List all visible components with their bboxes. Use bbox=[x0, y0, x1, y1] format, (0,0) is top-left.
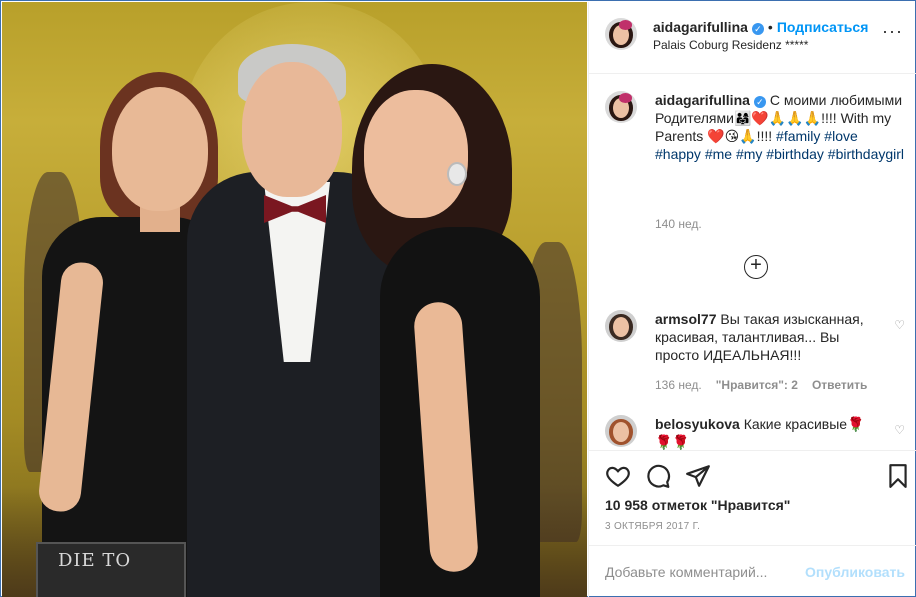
woman-right-face bbox=[364, 90, 468, 218]
likes-count[interactable]: 10 958 отметок "Нравится" bbox=[605, 497, 790, 513]
comments-list[interactable]: aidagarifullina ✓ С моими любимыми Родите… bbox=[589, 75, 916, 450]
hashtag-birthday[interactable]: #birthday bbox=[766, 146, 824, 162]
publish-button[interactable]: Опубликовать bbox=[805, 564, 905, 580]
comment-time[interactable]: 136 нед. bbox=[655, 378, 702, 392]
clutch-text: DIE TO bbox=[58, 550, 132, 571]
commenter-avatar[interactable] bbox=[605, 415, 637, 447]
earring bbox=[447, 162, 467, 186]
hashtag-me[interactable]: #me bbox=[705, 146, 732, 162]
add-comment-bar: Добавьте комментарий... Опубликовать bbox=[589, 545, 916, 597]
hashtag-happy[interactable]: #happy bbox=[655, 146, 701, 162]
reply-button[interactable]: Ответить bbox=[812, 378, 867, 392]
author-line: aidagarifullina ✓ • Подписаться bbox=[653, 19, 868, 35]
post-actions: 10 958 отметок "Нравится" 3 ОКТЯБРЯ 2017… bbox=[589, 450, 916, 545]
post-header: aidagarifullina ✓ • Подписаться Palais Cobu… bbox=[589, 2, 916, 74]
comment-meta: 136 нед. "Нравится": 2 Ответить bbox=[655, 378, 867, 392]
verified-badge-icon: ✓ bbox=[751, 23, 764, 35]
like-comment-heart-icon[interactable]: ♡ bbox=[894, 318, 905, 332]
caption-time[interactable]: 140 нед. bbox=[655, 217, 702, 231]
plus-circle-icon[interactable]: + bbox=[744, 255, 768, 279]
caption-avatar[interactable] bbox=[605, 91, 637, 123]
more-options-icon[interactable]: ··· bbox=[882, 22, 903, 40]
commenter-username[interactable]: armsol77 bbox=[655, 311, 716, 327]
hashtag-family[interactable]: #family bbox=[776, 128, 820, 144]
commenter-avatar[interactable] bbox=[605, 310, 637, 342]
hashtag-birthdaygirl[interactable]: #birthdaygirl bbox=[828, 146, 904, 162]
like-comment-heart-icon[interactable]: ♡ bbox=[894, 423, 905, 437]
author-username[interactable]: aidagarifullina bbox=[653, 19, 748, 35]
hashtag-love[interactable]: #love bbox=[824, 128, 857, 144]
verified-badge-icon: ✓ bbox=[753, 96, 766, 108]
man-face bbox=[242, 62, 342, 197]
instagram-post-window: DIE TO aidagarifullina ✓ • Подписаться Pala… bbox=[0, 0, 916, 597]
post-side-panel: aidagarifullina ✓ • Подписаться Palais Cobu… bbox=[588, 2, 916, 597]
woman-left-face bbox=[112, 87, 208, 211]
bookmark-icon[interactable] bbox=[885, 463, 911, 489]
post-photo[interactable]: DIE TO bbox=[2, 2, 587, 597]
follow-button[interactable]: Подписаться bbox=[777, 19, 869, 35]
post-date[interactable]: 3 ОКТЯБРЯ 2017 Г. bbox=[605, 521, 700, 532]
comment-text: armsol77 Вы такая изысканная, красивая, … bbox=[655, 310, 875, 364]
heart-icon[interactable] bbox=[605, 463, 631, 489]
comment-likes[interactable]: "Нравится": 2 bbox=[716, 378, 798, 392]
hashtag-my[interactable]: #my bbox=[736, 146, 762, 162]
location-link[interactable]: Palais Coburg Residenz ***** bbox=[653, 38, 808, 52]
author-avatar[interactable] bbox=[605, 18, 637, 50]
separator-dot: • bbox=[767, 19, 773, 35]
comment-input[interactable]: Добавьте комментарий... bbox=[605, 564, 767, 580]
caption-text: aidagarifullina ✓ С моими любимыми Родите… bbox=[655, 91, 907, 163]
comment-icon[interactable] bbox=[645, 463, 671, 489]
caption-username[interactable]: aidagarifullina bbox=[655, 92, 750, 108]
commenter-username[interactable]: belosyukova bbox=[655, 416, 740, 432]
comment-text: belosyukova Какие красивые🌹🌹🌹 bbox=[655, 415, 875, 450]
share-icon[interactable] bbox=[685, 463, 711, 489]
